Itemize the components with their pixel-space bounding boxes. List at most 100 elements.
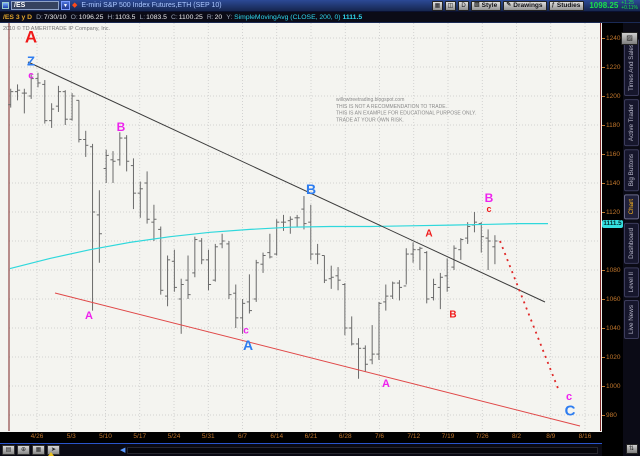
series-descriptor: /ES 3 y D bbox=[3, 13, 33, 21]
thinkorswim-window: ▼ ◆ E-mini S&P 500 Index Futures,ETH (SE… bbox=[0, 0, 640, 456]
status-range: R:20 bbox=[206, 13, 223, 21]
gadget-sidebar: Times And Sales Active Trader Big Buttons C… bbox=[623, 23, 640, 456]
price-axis[interactable]: 980 1000 1020 1040 1060 1080 1120 1140 1160 1180 1… bbox=[602, 23, 623, 456]
wave-label-c: c bbox=[243, 326, 249, 337]
price-axis-label: 1160 bbox=[602, 151, 620, 158]
chart-mode-button[interactable]: ▤ bbox=[2, 445, 15, 455]
date-axis-label: 8/16 bbox=[578, 433, 592, 440]
wave-label-B: B bbox=[117, 120, 126, 134]
style-icon: ▧ bbox=[474, 2, 480, 8]
watermark-text: willowtreetrading.blogspot.com bbox=[336, 97, 404, 103]
main-area: 2010 © TD AMERITRADE IP Company, Inc. wil… bbox=[0, 23, 640, 456]
price-axis-label: 1020 bbox=[602, 354, 620, 361]
detach-window-icon[interactable]: ◫ bbox=[445, 0, 456, 11]
wave-label-B: B bbox=[449, 310, 456, 321]
sidebar-tab-big-buttons[interactable]: Big Buttons bbox=[624, 149, 639, 192]
sidebar-tab-live-news[interactable]: Live News bbox=[624, 299, 639, 339]
price-axis-label: 1120 bbox=[602, 209, 620, 216]
wave-label-A: A bbox=[425, 229, 432, 240]
chart-toolbar: ▼ ◆ E-mini S&P 500 Index Futures,ETH (SE… bbox=[0, 0, 640, 12]
wave-label-A: A bbox=[25, 28, 37, 47]
zoom-button[interactable]: ⊕ bbox=[17, 445, 30, 455]
studies-icon: ƒ bbox=[551, 2, 555, 8]
wave-label-B: B bbox=[485, 191, 494, 205]
status-high: H:1103.5 bbox=[107, 13, 136, 21]
resize-button[interactable]: ⇅ bbox=[625, 444, 638, 454]
studies-button[interactable]: ƒ Studies bbox=[548, 0, 585, 11]
sma-price-bubble: 1111.5 bbox=[602, 220, 623, 229]
date-axis-label: 5/24 bbox=[167, 433, 181, 440]
date-axis-label: 5/31 bbox=[201, 433, 215, 440]
copyright-text: 2010 © TD AMERITRADE IP Company, Inc. bbox=[3, 25, 111, 32]
last-price: 1098.25 bbox=[589, 1, 619, 10]
watermark-text: THIS IS AN EXAMPLE FOR EDUCATIONAL PURPO… bbox=[336, 111, 476, 117]
price-axis-label: 1060 bbox=[602, 296, 620, 303]
sidebar-tab-times-and-sales[interactable]: Times And Sales bbox=[624, 39, 639, 97]
app-icon bbox=[2, 2, 9, 9]
price-axis-label: 1200 bbox=[602, 93, 620, 100]
wave-label-Z: Z bbox=[27, 54, 35, 69]
grid-button[interactable]: ▦ bbox=[32, 445, 45, 455]
sidebar-tab-chart[interactable]: Chart bbox=[624, 194, 639, 220]
status-bar: /ES 3 y D D:7/30/10 O:1096.25 H:1103.5 L… bbox=[0, 12, 640, 23]
status-low: L:1083.5 bbox=[139, 13, 167, 21]
study-value: 1111.5 bbox=[342, 13, 363, 21]
symbol-input[interactable] bbox=[11, 1, 59, 10]
study-name: SimpleMovingAvg (CLOSE, 200, 0) bbox=[234, 13, 341, 21]
price-axis-label: 1000 bbox=[602, 383, 620, 390]
wave-label-A: A bbox=[85, 310, 93, 322]
chart-grid-icon[interactable]: ▦ bbox=[432, 0, 443, 11]
date-axis-label: 6/21 bbox=[304, 433, 318, 440]
date-axis-label: 5/3 bbox=[66, 433, 76, 440]
status-date: D:7/30/10 bbox=[36, 13, 67, 21]
price-axis-label: 1040 bbox=[602, 325, 620, 332]
projection-line bbox=[499, 240, 560, 392]
panel-toggle-button[interactable]: ▨ bbox=[621, 32, 638, 45]
scroll-left-button[interactable]: ◀ bbox=[120, 446, 125, 454]
chart-title: E-mini S&P 500 Index Futures,ETH (SEP 10… bbox=[81, 2, 222, 9]
chart-scrollbar[interactable] bbox=[127, 446, 598, 454]
price-axis-label: 1140 bbox=[602, 180, 620, 187]
timeframe-button[interactable]: D bbox=[458, 0, 469, 11]
sidebar-tab-active-trader[interactable]: Active Trader bbox=[624, 99, 639, 147]
price-axis-label: 1080 bbox=[602, 267, 620, 274]
wave-label-B: B bbox=[306, 181, 316, 197]
date-axis-label: 8/2 bbox=[511, 433, 522, 440]
price-chart-canvas[interactable]: 2010 © TD AMERITRADE IP Company, Inc. wil… bbox=[0, 23, 602, 432]
study-readout: Y: SimpleMovingAvg (CLOSE, 200, 0) 1111.… bbox=[226, 13, 363, 21]
drawings-button[interactable]: ✎ Drawings bbox=[503, 0, 547, 11]
marker-icon bbox=[48, 452, 54, 456]
price-axis-label: 1180 bbox=[602, 122, 620, 129]
date-axis-label: 7/26 bbox=[475, 433, 489, 440]
price-change: +1.25 +0.11% bbox=[621, 0, 638, 11]
status-open: O:1096.25 bbox=[70, 13, 104, 21]
status-close: C:1100.25 bbox=[170, 13, 203, 21]
wave-label-C: C bbox=[565, 403, 576, 420]
wave-label-A: A bbox=[243, 337, 253, 353]
wave-label-c: c bbox=[566, 391, 572, 403]
sidebar-tab-dashboard[interactable]: Dashboard bbox=[624, 222, 639, 264]
wave-label-A: A bbox=[382, 378, 390, 390]
price-axis-label: 1220 bbox=[602, 64, 620, 71]
wave-label-c: c bbox=[486, 204, 491, 214]
date-axis-label: 8/9 bbox=[546, 433, 556, 440]
date-axis-label: 6/7 bbox=[237, 433, 248, 440]
date-axis-label: 6/28 bbox=[338, 433, 352, 440]
chart-column: 2010 © TD AMERITRADE IP Company, Inc. wil… bbox=[0, 23, 602, 456]
sidebar-tab-level-ii[interactable]: Level II bbox=[624, 266, 639, 297]
price-axis-label: 1240 bbox=[602, 35, 620, 42]
price-axis-label: 980 bbox=[602, 412, 617, 419]
bottom-toolbar: ▤ ⊕ ▦ ➤ ◀ bbox=[0, 443, 602, 456]
date-axis-label: 7/6 bbox=[374, 433, 385, 440]
pencil-icon: ✎ bbox=[506, 2, 512, 8]
date-axis-label: 6/14 bbox=[270, 433, 284, 440]
style-button[interactable]: ▧ Style bbox=[471, 0, 502, 11]
symbol-dropdown-button[interactable]: ▼ bbox=[61, 1, 70, 10]
watermark-text: THIS IS NOT A RECOMMENDATION TO TRADE. bbox=[336, 104, 447, 110]
date-axis-label: 4/26 bbox=[30, 433, 44, 440]
date-axis[interactable]: 4/26 5/3 5/10 5/17 5/24 5/31 6/7 6/14 6/21 6/28 7/… bbox=[0, 432, 602, 443]
date-axis-label: 7/19 bbox=[441, 433, 455, 440]
hot-symbol-icon: ◆ bbox=[72, 2, 78, 9]
wave-label-c: c bbox=[28, 71, 34, 82]
watermark-text: TRADE AT YOUR OWN RISK. bbox=[336, 117, 404, 123]
